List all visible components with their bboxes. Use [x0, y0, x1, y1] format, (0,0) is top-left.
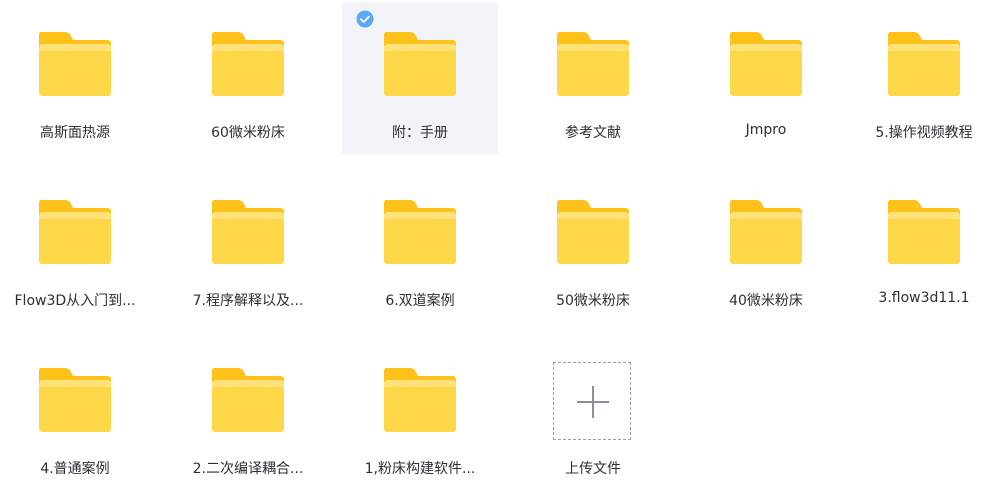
folder-icon — [212, 32, 284, 96]
folder-name: Jmpro — [745, 122, 787, 138]
folder-icon — [557, 32, 629, 96]
folder-name: 附：手册 — [392, 125, 448, 141]
folder-tile[interactable]: 60微米粉床 — [170, 2, 326, 154]
folder-icon — [557, 200, 629, 264]
folder-tile[interactable]: 7.程序解释以及... — [170, 170, 326, 322]
upload-button[interactable] — [553, 362, 631, 440]
folder-icon — [39, 32, 111, 96]
folder-tile[interactable]: 1,粉床构建软件... — [342, 338, 498, 490]
upload-tile[interactable]: 上传文件 — [515, 334, 671, 486]
folder-name: 2.二次编译耦合... — [192, 461, 304, 477]
folder-icon — [212, 200, 284, 264]
folder-icon — [888, 200, 960, 264]
folder-tile[interactable]: 4.普通案例 — [0, 338, 153, 490]
folder-name: 50微米粉床 — [556, 293, 630, 309]
folder-icon — [39, 368, 111, 432]
folder-tile[interactable]: Jmpro — [688, 2, 844, 154]
folder-icon — [39, 200, 111, 264]
check-icon[interactable] — [356, 10, 374, 28]
folder-icon — [384, 32, 456, 96]
folder-icon — [888, 32, 960, 96]
folder-name: 40微米粉床 — [729, 293, 803, 309]
folder-name: 60微米粉床 — [211, 125, 285, 141]
folder-name: 1,粉床构建软件... — [364, 461, 476, 477]
folder-name: Flow3D从入门到... — [14, 293, 136, 309]
folder-tile[interactable]: 高斯面热源 — [0, 2, 153, 154]
folder-tile[interactable]: 参考文献 — [515, 2, 671, 154]
folder-icon — [730, 32, 802, 96]
folder-tile[interactable]: 6.双道案例 — [342, 170, 498, 322]
folder-tile[interactable]: Flow3D从入门到... — [0, 170, 153, 322]
folder-icon — [212, 368, 284, 432]
folder-name: 3.flow3d11.1 — [878, 290, 970, 306]
file-grid: 高斯面热源 60微米粉床 附：手册 参考文献 Jmpro 5.操作视频教程 Fl… — [0, 0, 1002, 496]
folder-tile[interactable]: 50微米粉床 — [515, 170, 671, 322]
folder-icon — [730, 200, 802, 264]
folder-name: 4.普通案例 — [40, 461, 110, 477]
folder-tile[interactable]: 40微米粉床 — [688, 170, 844, 322]
folder-tile[interactable]: 5.操作视频教程 — [846, 2, 1002, 154]
folder-icon — [384, 200, 456, 264]
folder-icon — [384, 368, 456, 432]
upload-label: 上传文件 — [565, 461, 621, 477]
folder-tile[interactable]: 3.flow3d11.1 — [846, 170, 1002, 322]
folder-name: 5.操作视频教程 — [875, 125, 973, 141]
folder-name: 高斯面热源 — [40, 125, 110, 141]
folder-tile-selected[interactable]: 附：手册 — [342, 2, 498, 154]
folder-name: 参考文献 — [565, 125, 621, 141]
plus-icon — [592, 386, 594, 418]
folder-tile[interactable]: 2.二次编译耦合... — [170, 338, 326, 490]
folder-name: 7.程序解释以及... — [192, 293, 304, 309]
folder-name: 6.双道案例 — [385, 293, 455, 309]
